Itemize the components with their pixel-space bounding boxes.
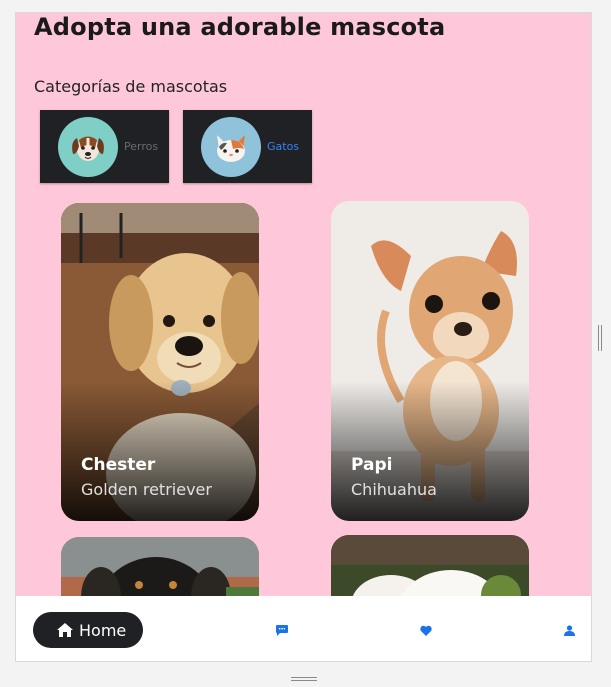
nav-home-label: Home xyxy=(79,620,127,640)
person-icon xyxy=(563,624,575,636)
pet-name: Chester xyxy=(81,455,156,475)
nav-favorites-button[interactable] xyxy=(419,623,433,637)
cat-face-icon xyxy=(201,116,261,177)
app-frame: Adopta una adorable mascota Categorías d… xyxy=(15,12,592,662)
pet-name: Papi xyxy=(351,455,393,475)
nav-profile-button[interactable] xyxy=(562,623,576,637)
chat-icon xyxy=(276,624,288,636)
card-shade xyxy=(61,381,259,521)
home-icon xyxy=(57,623,73,637)
pet-card[interactable]: Papi Chihuahua xyxy=(331,201,529,521)
category-cats-button[interactable]: Gatos xyxy=(183,110,312,183)
category-dogs-button[interactable]: Perros xyxy=(40,110,169,183)
card-shade xyxy=(331,381,529,521)
categories-heading: Categorías de mascotas xyxy=(34,77,228,96)
pet-card[interactable]: Chester Golden retriever xyxy=(61,203,259,521)
category-cats-label: Gatos xyxy=(267,140,300,153)
resize-handle-horizontal[interactable] xyxy=(291,669,317,681)
nav-home-button[interactable]: Home xyxy=(33,612,143,648)
bottom-nav: Home xyxy=(16,596,591,661)
page-title: Adopta una adorable mascota xyxy=(34,13,446,41)
nav-chat-button[interactable] xyxy=(275,623,289,637)
pet-breed: Chihuahua xyxy=(351,480,437,499)
category-dogs-label: Perros xyxy=(124,140,159,153)
dog-face-icon xyxy=(58,116,118,177)
heart-icon xyxy=(420,625,432,636)
pet-breed: Golden retriever xyxy=(81,480,212,499)
resize-handle-vertical[interactable] xyxy=(597,325,603,351)
